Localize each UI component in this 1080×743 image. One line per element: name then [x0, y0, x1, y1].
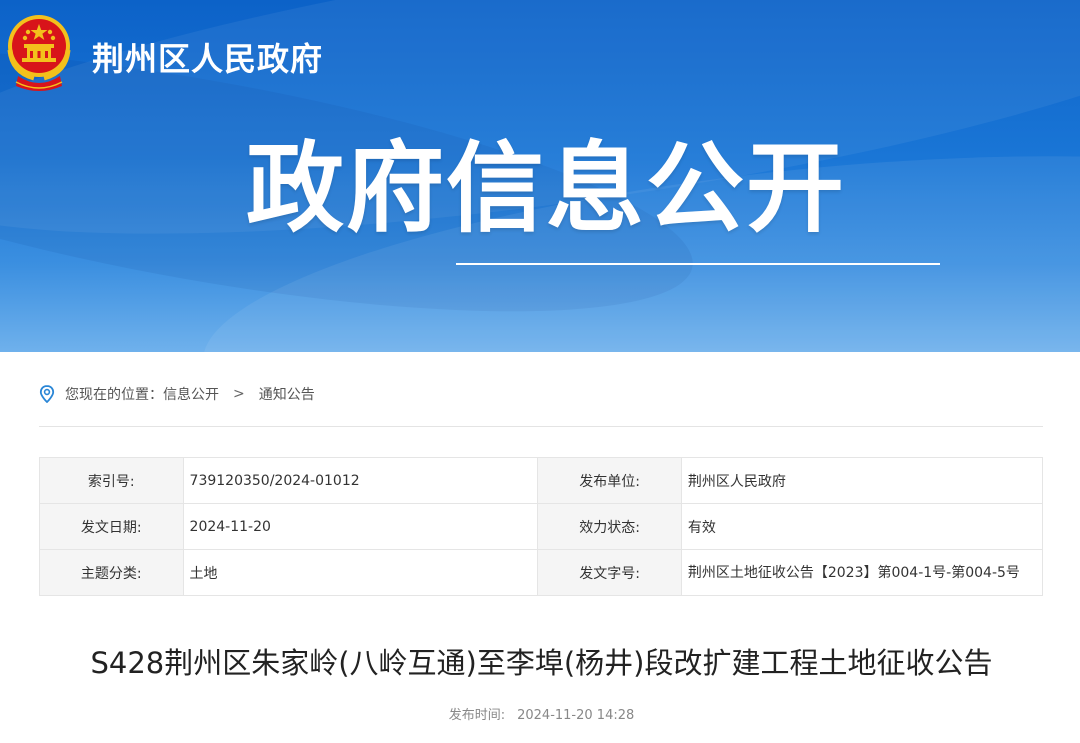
header-banner: 荆州区人民政府 政府信息公开: [0, 0, 1080, 352]
publish-time-value: 2024-11-20 14:28: [517, 708, 635, 723]
breadcrumb: 您现在的位置： 信息公开 > 通知公告: [39, 384, 315, 404]
meta-key-doc-number: 发文字号:: [537, 549, 682, 596]
document-meta-table: 索引号: 739120350/2024-01012 发布单位: 荆州区人民政府 …: [39, 457, 1044, 596]
meta-key-publisher: 发布单位:: [537, 457, 682, 504]
site-name[interactable]: 荆州区人民政府: [92, 34, 323, 80]
meta-key-index: 索引号:: [39, 457, 184, 504]
breadcrumb-prefix: 您现在的位置：: [65, 387, 163, 403]
publish-time-label: 发布时间:: [448, 708, 506, 723]
meta-key-issue-date: 发文日期:: [39, 503, 184, 550]
article-title: S428荆州区朱家岭(八岭互通)至李埠(杨井)段改扩建工程土地征收公告: [90, 646, 993, 680]
page: 荆州区人民政府 政府信息公开 您现在的位置： 信息公开 > 通知公告 索引号: …: [0, 0, 1080, 743]
meta-key-validity: 效力状态:: [537, 503, 682, 550]
meta-value-issue-date: 2024-11-20: [182, 503, 539, 550]
breadcrumb-divider: [39, 426, 1043, 427]
meta-row: 索引号: 739120350/2024-01012 发布单位: 荆州区人民政府: [39, 457, 1044, 504]
meta-value-validity: 有效: [680, 503, 1044, 550]
breadcrumb-item-notices[interactable]: 通知公告: [259, 384, 315, 404]
meta-value-category: 土地: [182, 549, 539, 596]
publish-time: 发布时间: 2024-11-20 14:28: [3, 704, 1080, 723]
location-pin-icon: [39, 385, 55, 403]
meta-value-index: 739120350/2024-01012: [182, 457, 539, 504]
meta-value-doc-number: 荆州区土地征收公告【2023】第004-1号-第004-5号: [680, 549, 1044, 596]
meta-row: 主题分类: 土地 发文字号: 荆州区土地征收公告【2023】第004-1号-第0…: [39, 549, 1044, 596]
breadcrumb-separator: >: [233, 386, 245, 402]
meta-row: 发文日期: 2024-11-20 效力状态: 有效: [39, 503, 1044, 550]
content-card: 您现在的位置： 信息公开 > 通知公告 索引号: 739120350/2024-…: [3, 352, 1080, 743]
hero-underline: [456, 263, 940, 265]
meta-value-publisher: 荆州区人民政府: [680, 457, 1044, 504]
breadcrumb-item-info-public[interactable]: 信息公开: [163, 384, 219, 404]
national-emblem-icon[interactable]: [4, 10, 74, 94]
meta-key-category: 主题分类:: [39, 549, 184, 596]
hero-title: 政府信息公开: [246, 132, 847, 246]
